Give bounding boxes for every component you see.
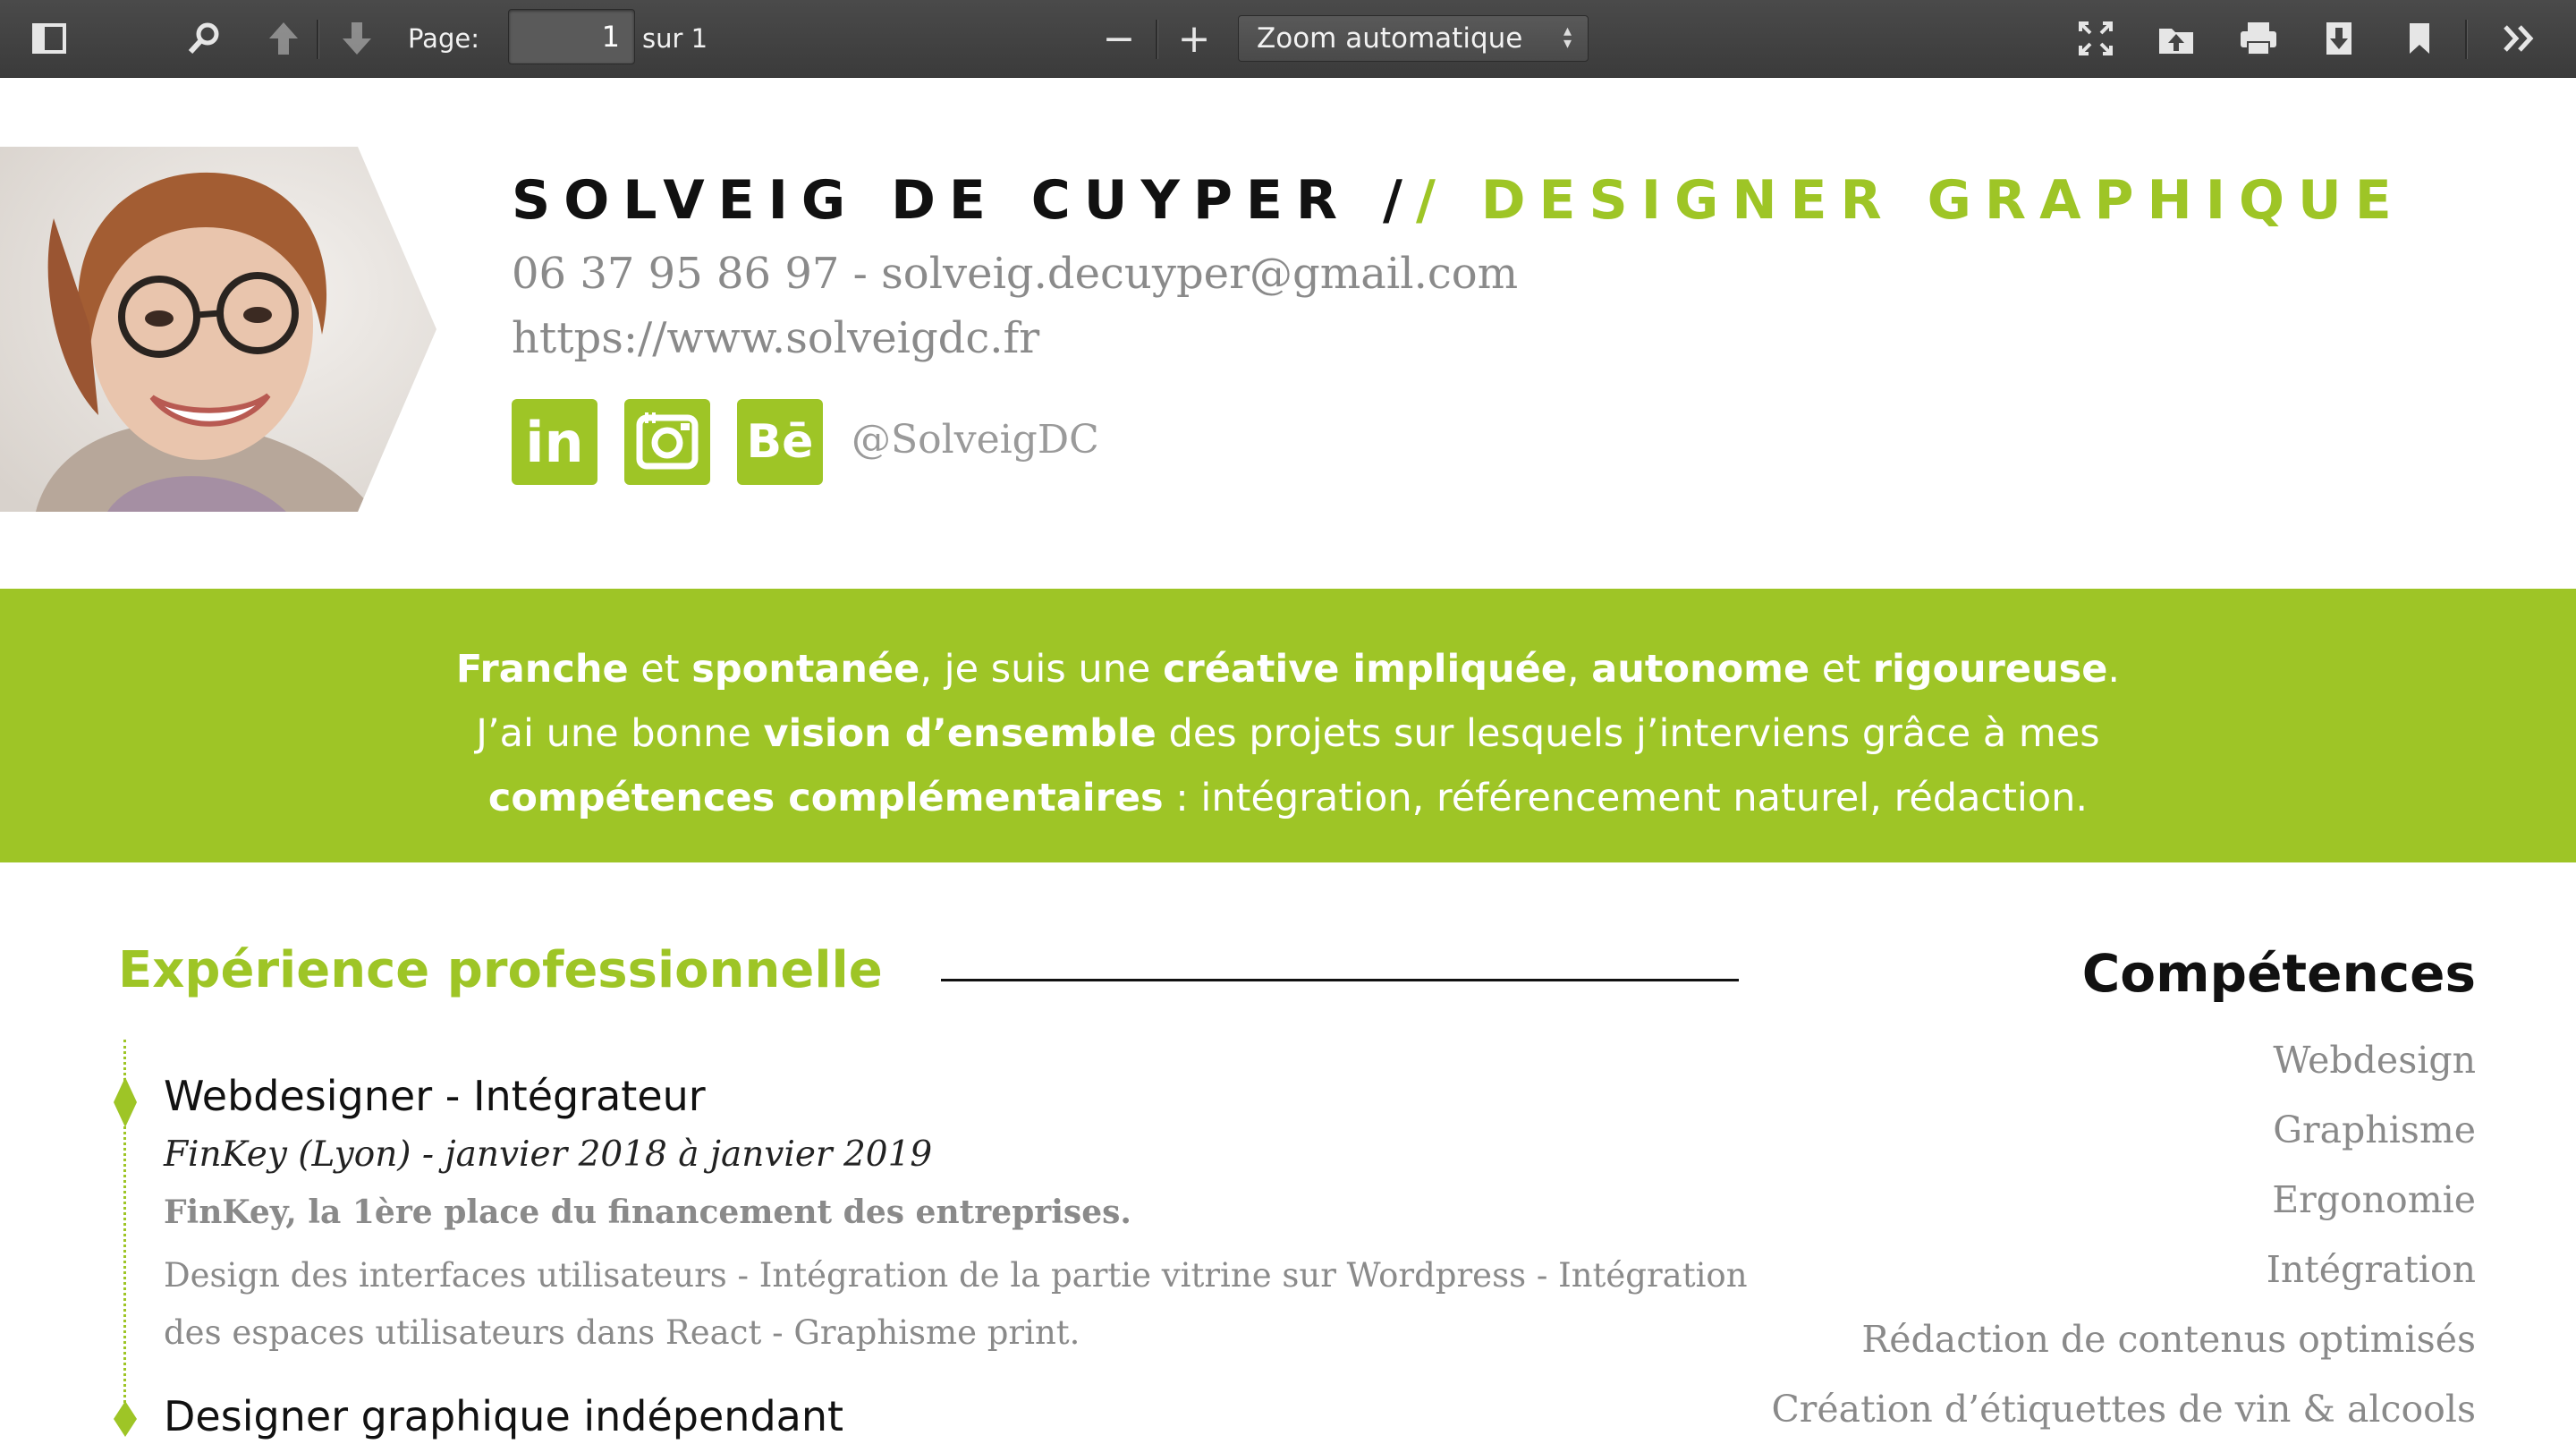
skills-heading: Compétences xyxy=(2081,943,2476,1004)
behance-icon[interactable]: Bē xyxy=(737,399,823,485)
intro-text: créative impliquée xyxy=(1163,647,1567,692)
intro-text: , je suis une xyxy=(919,647,1164,692)
cv-header-title: SOLVEIG DE CUYPER // DESIGNER GRAPHIQUE xyxy=(512,166,2405,234)
previous-page-icon[interactable] xyxy=(261,0,306,77)
zoom-select[interactable]: Zoom automatique ▴ ▾ xyxy=(1238,15,1589,62)
intro-text: autonome xyxy=(1591,647,1810,692)
job-meta: FinKey (Lyon) - janvier 2018 à janvier 2… xyxy=(164,1134,933,1175)
skill-item: Rédaction de contenus optimisés xyxy=(1861,1318,2476,1361)
profile-photo xyxy=(0,147,436,512)
timeline-marker-icon xyxy=(114,1401,137,1437)
heading-rule xyxy=(941,979,1739,981)
intro-text: , xyxy=(1566,647,1592,692)
intro-text: J’ai une bonne xyxy=(476,711,764,756)
experience-heading: Expérience professionnelle xyxy=(118,941,883,999)
behance-icon-text: Bē xyxy=(746,415,814,469)
bookmark-icon[interactable] xyxy=(2397,0,2442,77)
zoom-out-button[interactable]: − xyxy=(1097,0,1141,77)
page-label: Page: xyxy=(408,23,479,54)
toolbar-separator xyxy=(1156,20,1158,59)
zoom-in-button[interactable]: + xyxy=(1172,0,1216,77)
intro-text: des projets sur lesquels j’interviens gr… xyxy=(1156,711,2100,756)
timeline-marker-icon xyxy=(114,1077,137,1127)
toolbar-separator xyxy=(2465,20,2468,59)
skill-item: Création d’étiquettes de vin & alcools xyxy=(1771,1388,2476,1431)
next-page-icon[interactable] xyxy=(335,0,379,77)
job-title: Designer graphique indépendant xyxy=(164,1392,844,1440)
intro-text: vision d’ensemble xyxy=(763,711,1157,756)
contact-phone-email[interactable]: 06 37 95 86 97 - solveig.decuyper@gmail.… xyxy=(512,249,1518,299)
toolbar-separator xyxy=(317,20,319,59)
job-tagline: FinKey, la 1ère place du financement des… xyxy=(164,1193,1131,1231)
title-separator: / xyxy=(1383,169,1416,232)
person-name: SOLVEIG DE CUYPER xyxy=(512,169,1352,232)
intro-line-2: J’ai une bonne vision d’ensemble des pro… xyxy=(0,701,2576,766)
open-file-icon[interactable] xyxy=(2154,0,2199,77)
title-separator-accent: / xyxy=(1415,169,1449,232)
linkedin-icon[interactable]: in xyxy=(512,399,597,485)
intro-text: et xyxy=(628,647,692,692)
intro-text: Franche xyxy=(455,647,629,692)
skill-item: Graphisme xyxy=(2273,1108,2476,1151)
intro-line-3: compétences complémentaires : intégratio… xyxy=(0,766,2576,830)
instagram-icon[interactable] xyxy=(624,399,710,485)
website-link[interactable]: https://www.solveigdc.fr xyxy=(512,313,1039,363)
skill-item: Ergonomie xyxy=(2272,1178,2476,1221)
intro-text: . xyxy=(2107,647,2121,692)
page-total: sur 1 xyxy=(642,23,708,54)
skill-item: Intégration xyxy=(2266,1248,2476,1291)
intro-text: et xyxy=(1809,647,1873,692)
select-caret-icon: ▴ ▾ xyxy=(1563,21,1572,53)
intro-line-1: Franche et spontanée, je suis une créati… xyxy=(0,637,2576,701)
intro-text: compétences complémentaires xyxy=(487,776,1164,820)
sidebar-toggle-icon[interactable] xyxy=(27,0,72,77)
linkedin-icon-text: in xyxy=(525,409,584,475)
intro-text: rigoureuse xyxy=(1872,647,2108,692)
intro-text: spontanée xyxy=(691,647,920,692)
intro-text: : intégration, référencement naturel, ré… xyxy=(1163,776,2089,820)
skill-item: Webdesign xyxy=(2273,1039,2476,1082)
search-icon[interactable] xyxy=(182,0,226,77)
pdf-toolbar: Page: 1 sur 1 − + Zoom automatique ▴ ▾ xyxy=(0,0,2576,78)
social-handle: @SolveigDC xyxy=(852,417,1099,463)
job-title-header: DESIGNER GRAPHIQUE xyxy=(1480,169,2405,232)
page-number-input[interactable]: 1 xyxy=(508,9,635,64)
tools-menu-icon[interactable] xyxy=(2497,0,2542,77)
job-description: Design des interfaces utilisateurs - Int… xyxy=(164,1256,1748,1352)
skills-list: Webdesign Graphisme Ergonomie Intégratio… xyxy=(1771,1025,2476,1444)
zoom-select-value: Zoom automatique xyxy=(1257,22,1523,55)
intro-banner: Franche et spontanée, je suis une créati… xyxy=(0,589,2576,862)
job-title: Webdesigner - Intégrateur xyxy=(164,1072,706,1120)
print-icon[interactable] xyxy=(2236,0,2281,77)
download-icon[interactable] xyxy=(2317,0,2361,77)
presentation-mode-icon[interactable] xyxy=(2073,0,2118,77)
